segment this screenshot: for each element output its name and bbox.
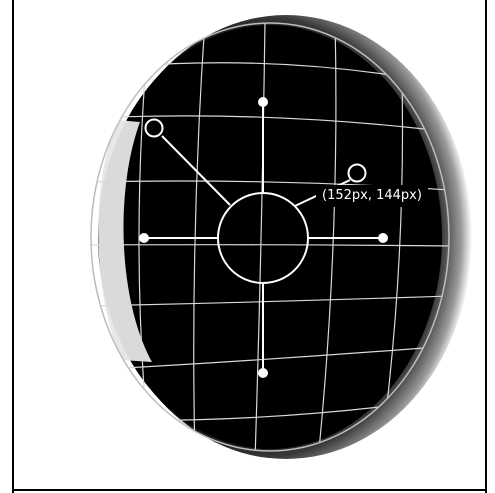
rotate-handle-left[interactable] (144, 118, 164, 138)
radius-handle-right[interactable] (378, 233, 388, 243)
rotate-handle-right[interactable] (347, 163, 367, 183)
radius-handle-bottom[interactable] (258, 368, 268, 378)
coordinate-readout: (152px, 144px) (316, 185, 428, 207)
radius-handle-top[interactable] (258, 97, 268, 107)
distortion-lens-svg[interactable] (0, 0, 495, 493)
radius-handle-left[interactable] (139, 233, 149, 243)
editor-canvas[interactable]: (152px, 144px) (0, 0, 495, 493)
